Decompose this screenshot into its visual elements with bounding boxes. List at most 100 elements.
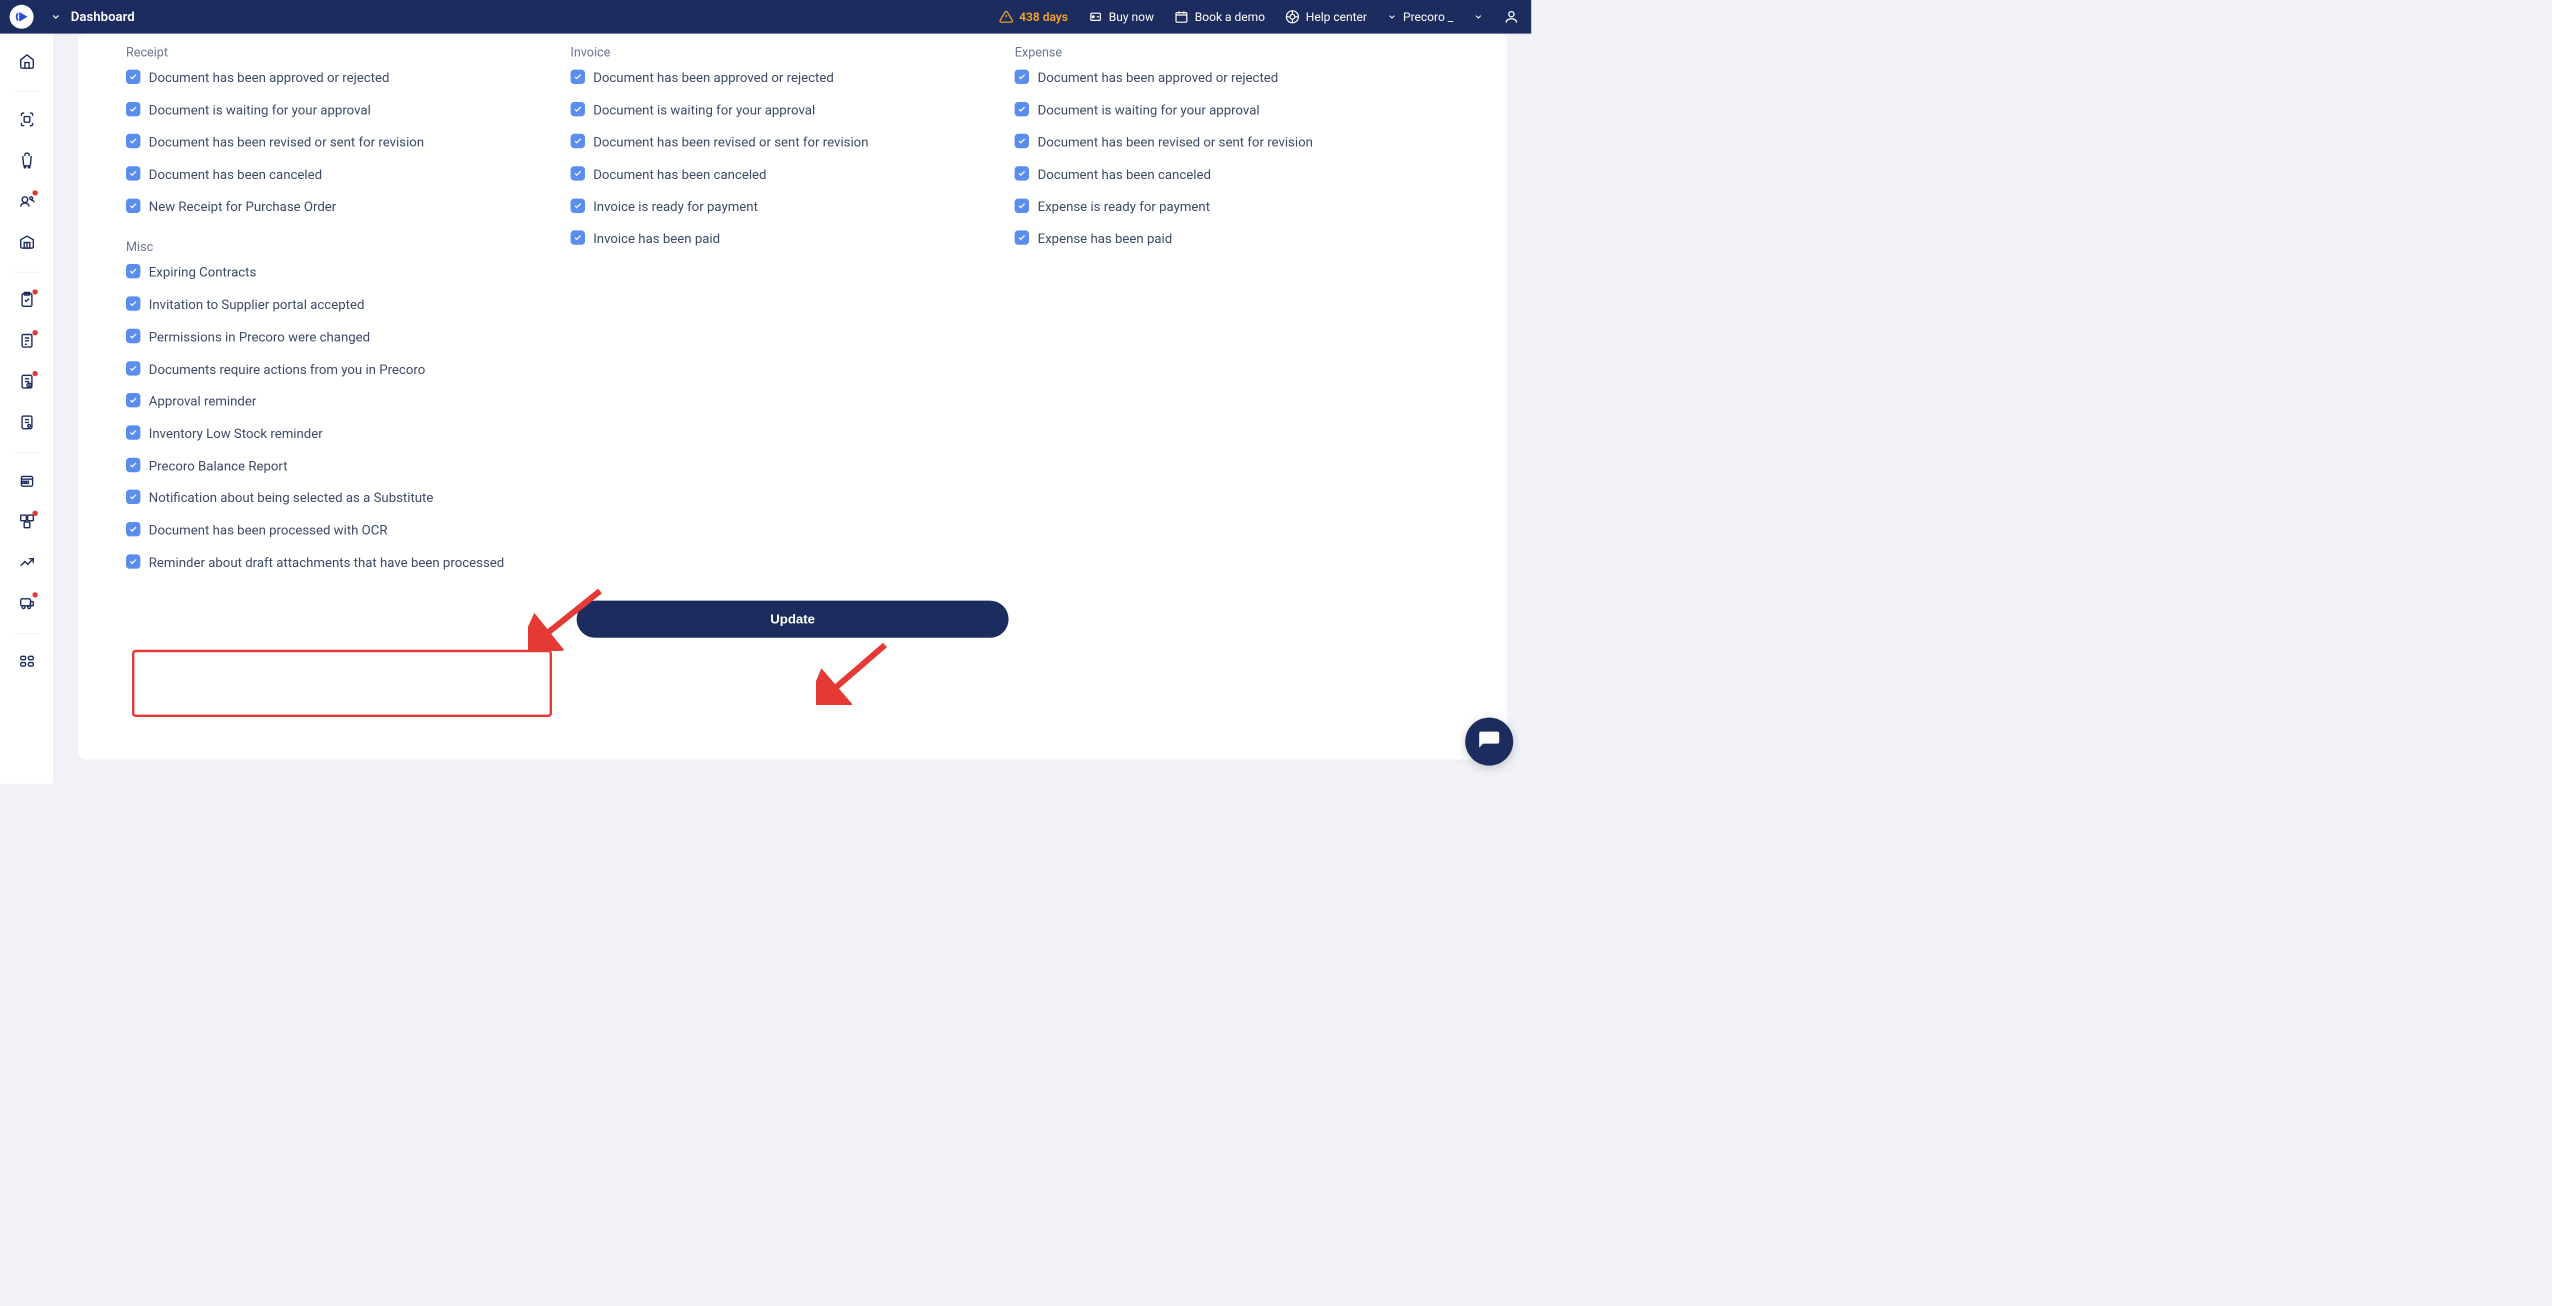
checkbox[interactable] bbox=[126, 166, 140, 180]
chevron-down-icon[interactable] bbox=[50, 11, 61, 22]
checkbox[interactable] bbox=[126, 134, 140, 148]
nav-home[interactable] bbox=[14, 48, 40, 74]
checkbox-label: Invitation to Supplier portal accepted bbox=[149, 296, 365, 314]
help-icon bbox=[1285, 10, 1299, 24]
checkbox-label: Expense has been paid bbox=[1038, 231, 1173, 249]
check-row-expense-2: Document has been revised or sent for re… bbox=[1015, 134, 1435, 152]
checkbox-label: Inventory Low Stock reminder bbox=[149, 425, 323, 443]
group-title-expense: Expense bbox=[1015, 46, 1435, 60]
checkbox[interactable] bbox=[126, 296, 140, 310]
check-row-misc-0: Expiring Contracts bbox=[126, 264, 546, 282]
checkbox[interactable] bbox=[126, 264, 140, 278]
checkbox-label: Document has been revised or sent for re… bbox=[593, 134, 868, 152]
checkbox-label: Expense is ready for payment bbox=[1038, 198, 1210, 216]
checkbox[interactable] bbox=[1015, 102, 1029, 116]
checkbox-label: Document has been approved or rejected bbox=[149, 70, 390, 88]
checkbox[interactable] bbox=[570, 70, 584, 84]
checkbox[interactable] bbox=[126, 329, 140, 343]
checkbox-label: Document is waiting for your approval bbox=[593, 102, 815, 120]
checkbox-label: Document has been approved or rejected bbox=[1038, 70, 1279, 88]
check-row-expense-4: Expense is ready for payment bbox=[1015, 198, 1435, 216]
checkbox[interactable] bbox=[1015, 166, 1029, 180]
chevron-down-icon bbox=[1387, 12, 1397, 22]
checkbox[interactable] bbox=[126, 425, 140, 439]
checkbox[interactable] bbox=[570, 102, 584, 116]
nav-receipt[interactable] bbox=[14, 328, 40, 354]
nav-settings[interactable] bbox=[14, 648, 40, 674]
page-title[interactable]: Dashboard bbox=[71, 9, 135, 24]
buy-now-link[interactable]: Buy now bbox=[1088, 10, 1154, 24]
help-center-label: Help center bbox=[1306, 10, 1367, 24]
checkbox-label: Invoice has been paid bbox=[593, 231, 720, 249]
checkbox-label: Approval reminder bbox=[149, 393, 257, 411]
logo-wrap bbox=[7, 5, 36, 29]
checkbox-label: Precoro Balance Report bbox=[149, 458, 288, 476]
check-row-misc-8: Document has been processed with OCR bbox=[126, 522, 546, 540]
user-profile-icon[interactable] bbox=[1504, 9, 1520, 25]
check-row-invoice-4: Invoice is ready for payment bbox=[570, 198, 990, 216]
warning-icon bbox=[999, 10, 1013, 24]
checkbox[interactable] bbox=[126, 102, 140, 116]
sidebar-nav bbox=[0, 34, 54, 784]
checkbox[interactable] bbox=[126, 458, 140, 472]
nav-budget[interactable] bbox=[14, 467, 40, 493]
nav-requisition[interactable] bbox=[14, 147, 40, 173]
nav-scan[interactable] bbox=[14, 106, 40, 132]
receipt-section: Receipt Document has been approved or re… bbox=[126, 46, 570, 587]
checkbox[interactable] bbox=[570, 231, 584, 245]
check-row-expense-3: Document has been canceled bbox=[1015, 166, 1435, 184]
checkbox[interactable] bbox=[1015, 231, 1029, 245]
group-title-invoice: Invoice bbox=[570, 46, 990, 60]
check-row-invoice-1: Document is waiting for your approval bbox=[570, 102, 990, 120]
checkbox[interactable] bbox=[570, 198, 584, 212]
checkbox[interactable] bbox=[126, 554, 140, 568]
update-button[interactable]: Update bbox=[577, 601, 1009, 638]
checkbox[interactable] bbox=[1015, 198, 1029, 212]
precoro-logo[interactable] bbox=[10, 5, 34, 29]
nav-supplier[interactable] bbox=[14, 188, 40, 214]
checkbox[interactable] bbox=[126, 70, 140, 84]
invoice-section: Invoice Document has been approved or re… bbox=[570, 46, 1014, 587]
nav-integrations[interactable] bbox=[14, 590, 40, 616]
checkbox[interactable] bbox=[126, 361, 140, 375]
checkbox[interactable] bbox=[126, 522, 140, 536]
help-center-link[interactable]: Help center bbox=[1285, 10, 1367, 24]
check-row-misc-9: Reminder about draft attachments that ha… bbox=[126, 554, 546, 572]
trial-warning[interactable]: 438 days bbox=[999, 10, 1068, 24]
checkbox-label: New Receipt for Purchase Order bbox=[149, 198, 336, 216]
nav-inventory[interactable] bbox=[14, 508, 40, 534]
chevron-down-icon[interactable] bbox=[1474, 12, 1484, 22]
check-row-invoice-5: Invoice has been paid bbox=[570, 231, 990, 249]
checkbox-label: Document is waiting for your approval bbox=[1038, 102, 1260, 120]
checkbox[interactable] bbox=[1015, 70, 1029, 84]
company-selector[interactable]: Precoro _ bbox=[1387, 10, 1453, 24]
top-navbar: Dashboard 438 days Buy now Book a demo H… bbox=[0, 0, 1531, 34]
checkbox[interactable] bbox=[126, 490, 140, 504]
nav-warehouse[interactable] bbox=[14, 229, 40, 255]
check-row-invoice-2: Document has been revised or sent for re… bbox=[570, 134, 990, 152]
check-row-misc-1: Invitation to Supplier portal accepted bbox=[126, 296, 546, 314]
chat-widget-button[interactable] bbox=[1465, 718, 1513, 766]
check-row-invoice-0: Document has been approved or rejected bbox=[570, 70, 990, 88]
checkbox[interactable] bbox=[126, 198, 140, 212]
check-row-misc-7: Notification about being selected as a S… bbox=[126, 490, 546, 508]
checkbox[interactable] bbox=[570, 166, 584, 180]
nav-expense[interactable] bbox=[14, 409, 40, 435]
checkbox[interactable] bbox=[570, 134, 584, 148]
nav-order[interactable] bbox=[14, 287, 40, 313]
checkbox[interactable] bbox=[1015, 134, 1029, 148]
check-row-misc-5: Inventory Low Stock reminder bbox=[126, 425, 546, 443]
check-row-misc-3: Documents require actions from you in Pr… bbox=[126, 361, 546, 379]
nav-invoice[interactable] bbox=[14, 368, 40, 394]
book-demo-link[interactable]: Book a demo bbox=[1174, 10, 1265, 24]
checkbox-label: Document has been canceled bbox=[149, 166, 322, 184]
checkbox-label: Document has been revised or sent for re… bbox=[1038, 134, 1313, 152]
expense-section: Expense Document has been approved or re… bbox=[1015, 46, 1459, 587]
checkbox-label: Invoice is ready for payment bbox=[593, 198, 758, 216]
check-row-receipt-0: Document has been approved or rejected bbox=[126, 70, 546, 88]
checkbox-label: Notification about being selected as a S… bbox=[149, 490, 434, 508]
checkbox[interactable] bbox=[126, 393, 140, 407]
checkbox-label: Documents require actions from you in Pr… bbox=[149, 361, 425, 379]
checkbox-label: Permissions in Precoro were changed bbox=[149, 329, 370, 347]
nav-reports[interactable] bbox=[14, 549, 40, 575]
